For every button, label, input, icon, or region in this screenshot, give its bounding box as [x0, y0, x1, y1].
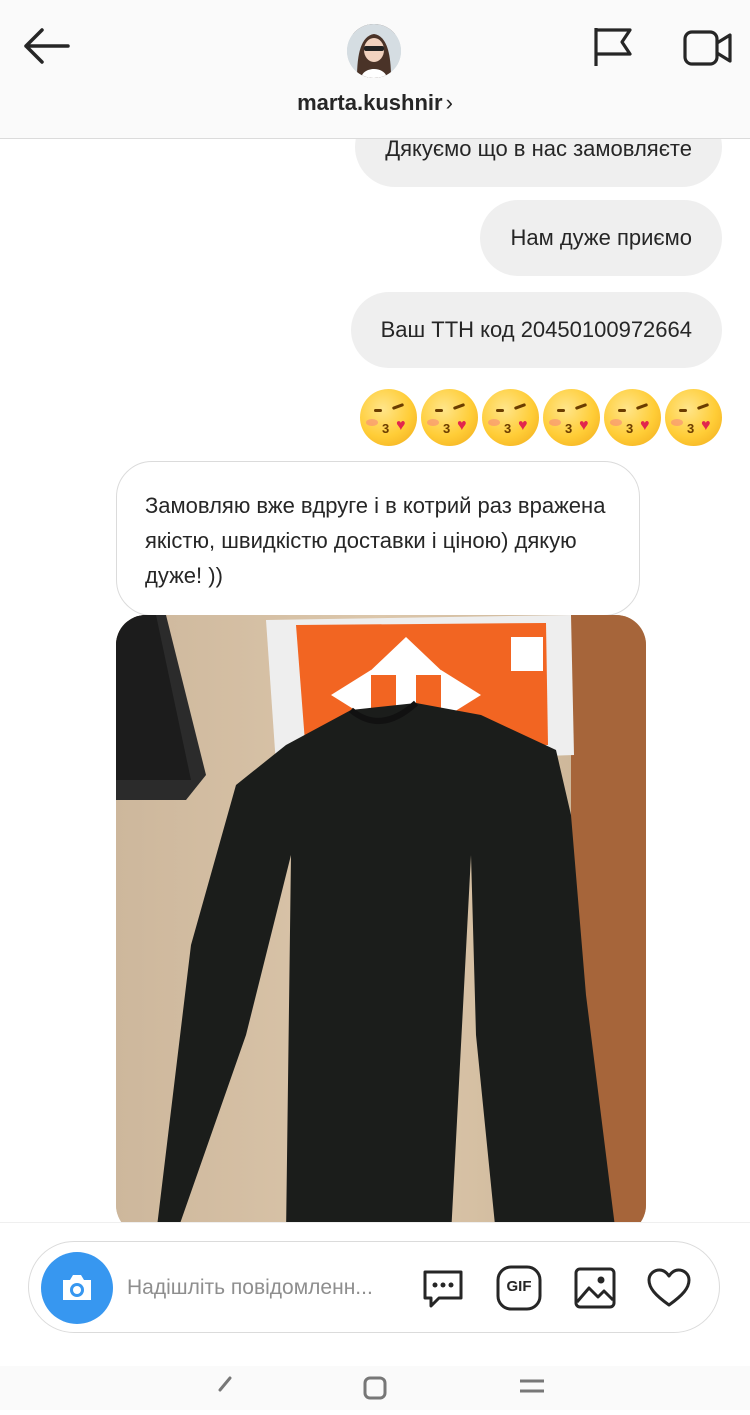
kissing-face-emoji-icon: 3 ♥	[360, 389, 417, 446]
kissing-face-emoji-icon: 3 ♥	[482, 389, 539, 446]
chat-header: marta.kushnir ›	[0, 0, 750, 139]
back-arrow-icon[interactable]	[18, 22, 74, 70]
kissing-face-emoji-icon: 3 ♥	[665, 389, 722, 446]
system-nav-bar	[0, 1366, 750, 1410]
emoji-message[interactable]: 3 ♥ 3 ♥ 3 ♥ 3 ♥ 3 ♥ 3 ♥	[360, 389, 722, 446]
kissing-face-emoji-icon: 3 ♥	[421, 389, 478, 446]
camera-icon[interactable]	[41, 1252, 113, 1324]
sticker-icon[interactable]	[419, 1264, 467, 1312]
message-thread[interactable]: Дякуємо що в нас замовляєте Нам дуже при…	[0, 139, 750, 1222]
chat-username[interactable]: marta.kushnir ›	[0, 90, 750, 116]
gallery-icon[interactable]	[571, 1264, 619, 1312]
video-call-icon[interactable]	[682, 26, 734, 70]
message-bubble-outgoing[interactable]: Ваш ТТН код 20450100972664	[350, 292, 722, 368]
chevron-right-icon: ›	[445, 90, 453, 115]
message-bubble-incoming[interactable]: Замовляю вже вдруге і в котрий раз враже…	[116, 461, 640, 616]
shared-photo-black-turtleneck[interactable]	[116, 615, 646, 1222]
message-input[interactable]	[127, 1268, 407, 1308]
message-bubble-outgoing[interactable]: Дякуємо що в нас замовляєте	[355, 139, 722, 187]
kissing-face-emoji-icon: 3 ♥	[604, 389, 661, 446]
avatar[interactable]	[347, 24, 401, 78]
message-bubble-outgoing[interactable]: Нам дуже приємо	[480, 200, 722, 276]
kissing-face-emoji-icon: 3 ♥	[543, 389, 600, 446]
gif-icon[interactable]: GIF	[495, 1264, 543, 1312]
flag-icon[interactable]	[590, 24, 636, 70]
username-text[interactable]: marta.kushnir	[297, 90, 443, 115]
gif-label: GIF	[506, 1278, 532, 1295]
composer-area: GIF	[0, 1222, 750, 1410]
heart-icon[interactable]	[645, 1264, 693, 1312]
message-composer[interactable]: GIF	[28, 1241, 720, 1333]
